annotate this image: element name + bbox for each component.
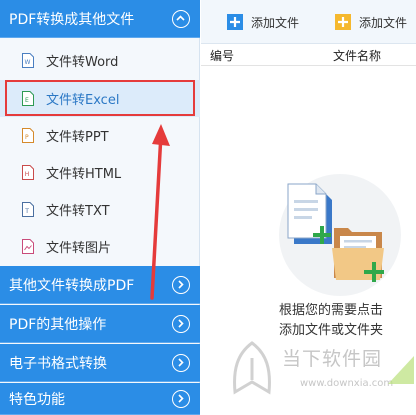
toolbar: 添加文件 添加文件 [201, 0, 416, 44]
chevron-right-icon[interactable] [172, 315, 190, 333]
section-special-features[interactable]: 特色功能 [0, 383, 200, 415]
chevron-right-icon[interactable] [172, 390, 190, 408]
txt-file-icon: T [22, 202, 34, 217]
section-title: 特色功能 [9, 391, 65, 408]
empty-state-hint: 根据您的需要点击 添加文件或文件夹 [278, 303, 383, 338]
svg-text:W: W [25, 59, 31, 66]
section-title: 其他文件转换成PDF [9, 277, 135, 294]
section-title: PDF的其他操作 [9, 316, 107, 333]
word-file-icon: W [22, 53, 34, 68]
add-folder-button[interactable]: 添加文件 [335, 11, 407, 33]
section-ebook-convert[interactable]: 电子书格式转换 [0, 344, 200, 382]
section-pdf-other-ops[interactable]: PDF的其他操作 [0, 305, 200, 343]
section-title: PDF转换成其他文件 [9, 11, 135, 28]
annotation-highlight-box [5, 80, 195, 116]
svg-text:H: H [25, 171, 30, 178]
section-title: 电子书格式转换 [9, 355, 107, 372]
file-table-header: 编号 文件名称 [201, 44, 416, 66]
section-pdf-to-other[interactable]: PDF转换成其他文件 [0, 0, 200, 38]
watermark-logo-icon [233, 341, 271, 395]
add-file-button[interactable]: 添加文件 [227, 11, 299, 33]
watermark-arrow-icon [388, 356, 414, 384]
add-files-illustration-icon [287, 183, 384, 282]
svg-text:T: T [24, 208, 29, 215]
add-file-icon [227, 14, 243, 30]
column-header-filename: 文件名称 [333, 49, 382, 63]
watermark-url: www.downxia.com [300, 378, 394, 389]
image-file-icon [22, 239, 34, 254]
watermark-brand: 当下软件园 [282, 348, 383, 370]
ppt-file-icon: P [22, 128, 34, 143]
column-header-number: 编号 [210, 49, 235, 63]
html-file-icon: H [22, 165, 34, 180]
chevron-right-icon[interactable] [172, 354, 190, 372]
annotation-arrow [150, 124, 170, 300]
chevron-up-icon[interactable] [172, 10, 190, 28]
add-folder-icon [335, 14, 351, 30]
sidebar-item-to-word[interactable]: W 文件转Word [0, 42, 200, 79]
svg-text:P: P [25, 134, 29, 141]
